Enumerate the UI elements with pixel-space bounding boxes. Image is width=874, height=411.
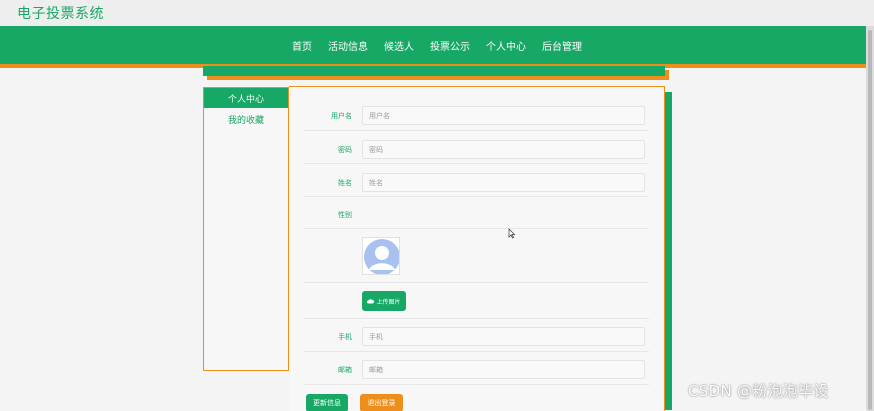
sidebar-item-favorites[interactable]: 我的收藏	[204, 108, 288, 130]
nav-item-personal-center[interactable]: 个人中心	[486, 38, 526, 53]
row-divider	[304, 351, 649, 352]
nav-item-admin[interactable]: 后台管理	[542, 38, 582, 53]
nav-item-candidates[interactable]: 候选人	[384, 38, 414, 53]
update-info-button[interactable]: 更新信息	[306, 394, 348, 411]
row-divider	[304, 384, 649, 385]
phone-input[interactable]	[362, 327, 645, 346]
email-label: 邮箱	[338, 366, 352, 374]
name-label: 姓名	[338, 179, 352, 187]
username-input[interactable]	[362, 106, 645, 125]
avatar-preview	[362, 237, 400, 275]
nav-item-vote-results[interactable]: 投票公示	[430, 38, 470, 53]
upload-image-button[interactable]: 上传图片	[362, 291, 406, 311]
row-divider	[304, 163, 649, 164]
logout-button[interactable]: 退出登录	[360, 394, 403, 411]
csdn-watermark: CSDN @粉泡泡毕设	[688, 382, 829, 400]
row-divider	[304, 318, 649, 319]
row-divider	[304, 196, 649, 197]
username-label: 用户名	[331, 112, 352, 120]
nav-item-activity-info[interactable]: 活动信息	[328, 38, 368, 53]
top-header: 电子投票系统	[0, 0, 874, 26]
password-input[interactable]	[362, 140, 645, 159]
cloud-upload-icon	[367, 299, 375, 304]
mouse-cursor-icon	[508, 224, 516, 243]
section-banner	[203, 66, 665, 76]
phone-label: 手机	[338, 333, 352, 341]
sidebar-item-personal-center[interactable]: 个人中心	[204, 88, 288, 108]
row-divider	[304, 130, 649, 131]
password-label: 密码	[338, 146, 352, 154]
upload-image-label: 上传图片	[376, 298, 401, 306]
email-input[interactable]	[362, 360, 645, 379]
name-input[interactable]	[362, 173, 645, 192]
gender-label: 性别	[338, 211, 352, 219]
avatar-placeholder-icon	[364, 239, 399, 274]
row-divider	[304, 228, 649, 229]
nav-item-home[interactable]: 首页	[292, 38, 312, 53]
nav-menu: 首页 活动信息 候选人 投票公示 个人中心 后台管理	[0, 26, 874, 64]
page-scrollbar-thumb[interactable]	[868, 30, 872, 410]
user-sidebar: 个人中心 我的收藏	[203, 87, 289, 371]
main-nav: 首页 活动信息 候选人 投票公示 个人中心 后台管理	[0, 26, 874, 64]
panel-shadow	[665, 92, 672, 410]
site-title: 电子投票系统	[17, 6, 104, 22]
row-divider	[304, 282, 649, 283]
